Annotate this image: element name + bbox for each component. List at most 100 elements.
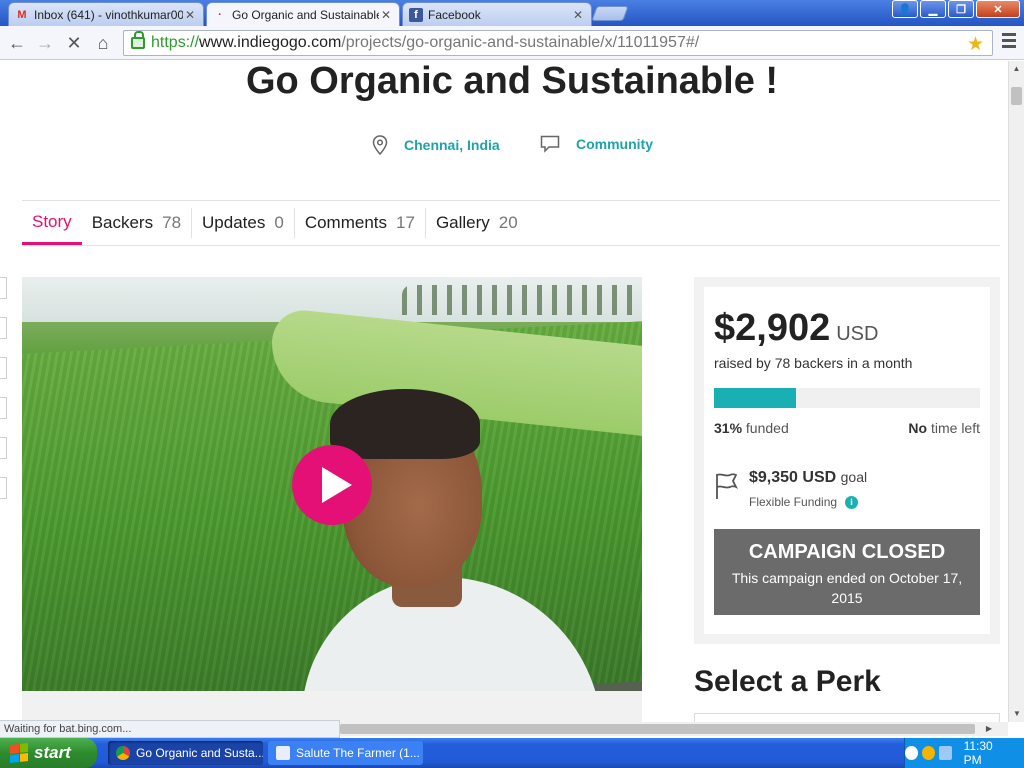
- back-arrow-icon[interactable]: ←: [6, 32, 28, 54]
- play-button[interactable]: [292, 445, 372, 525]
- minimize-button[interactable]: ▁: [920, 0, 946, 18]
- forward-arrow-icon[interactable]: →: [34, 32, 56, 54]
- horizontal-scrollbar[interactable]: ▶: [340, 722, 1008, 736]
- close-icon[interactable]: ✕: [183, 8, 197, 22]
- new-tab-button[interactable]: [591, 6, 629, 21]
- taskbar-item-document[interactable]: Salute The Farmer (1...: [268, 741, 423, 765]
- close-icon[interactable]: ✕: [379, 8, 393, 22]
- amount-value: $2,902: [714, 307, 831, 349]
- tab-label: Story: [32, 211, 72, 231]
- project-location[interactable]: Chennai, India: [372, 135, 500, 155]
- scroll-thumb[interactable]: [1011, 87, 1022, 105]
- tray-expand-icon[interactable]: [905, 746, 918, 760]
- close-icon[interactable]: ✕: [571, 8, 585, 22]
- bookmark-star-icon[interactable]: ★: [967, 33, 984, 56]
- tab-backers[interactable]: Backers 78: [82, 208, 193, 238]
- tab-indiegogo[interactable]: · Go Organic and Sustainable ! ✕: [206, 2, 400, 26]
- perk-heading: Select a Perk: [694, 665, 881, 698]
- url-scheme: https://: [151, 34, 200, 51]
- funding-type: Flexible Funding i: [749, 495, 859, 509]
- project-category[interactable]: Community: [540, 135, 653, 153]
- tab-count: 20: [498, 213, 518, 232]
- pitch-video[interactable]: [22, 277, 642, 691]
- share-button[interactable]: [0, 317, 7, 339]
- campaign-closed-banner: CAMPAIGN CLOSED This campaign ended on O…: [714, 529, 980, 615]
- time-left-value: No: [908, 420, 928, 436]
- task-label: Salute The Farmer (1...: [296, 746, 420, 760]
- tab-label: Backers: [91, 213, 154, 232]
- video-trees: [402, 285, 642, 315]
- project-tabs: Story Backers 78 Updates 0 Comments 17 G…: [22, 201, 528, 245]
- vertical-scrollbar[interactable]: ▲ ▼: [1008, 61, 1024, 722]
- campaign-closed-title: CAMPAIGN CLOSED: [748, 541, 946, 563]
- perk-card[interactable]: [694, 713, 1000, 722]
- video-caption-area: [22, 691, 642, 722]
- browser-toolbar: ← → ✕ ⌂ https://www.indiegogo.com/projec…: [0, 26, 1024, 60]
- home-icon[interactable]: ⌂: [92, 32, 114, 54]
- user-icon[interactable]: 👤: [892, 0, 918, 18]
- time-left: No time left: [908, 420, 980, 436]
- menu-icon[interactable]: [1002, 33, 1016, 51]
- close-window-button[interactable]: ✕: [976, 0, 1020, 18]
- info-icon[interactable]: i: [845, 495, 859, 509]
- clock: 11:30 PM: [963, 739, 993, 767]
- restore-button[interactable]: ❐: [948, 0, 974, 18]
- funds-raised: $2,902 USD: [714, 307, 878, 350]
- tab-label: Updates: [202, 213, 266, 232]
- stop-loading-icon[interactable]: ✕: [63, 32, 85, 54]
- windows-logo-icon: [10, 743, 28, 763]
- tab-updates[interactable]: Updates 0: [192, 208, 295, 238]
- share-button[interactable]: [0, 357, 7, 379]
- share-button[interactable]: [0, 397, 7, 419]
- start-label: start: [34, 743, 71, 762]
- video-person: [302, 387, 602, 691]
- amount-currency: USD: [836, 323, 879, 345]
- lock-icon: [131, 31, 145, 49]
- task-label: Go Organic and Susta...: [136, 746, 263, 760]
- funding-panel: $2,902 USD raised by 78 backers in a mont…: [694, 277, 1000, 644]
- start-button[interactable]: start: [0, 738, 97, 768]
- divider: [22, 245, 1000, 246]
- tray-app-icon[interactable]: [921, 746, 935, 760]
- funded-label: funded: [745, 420, 789, 436]
- system-tray: 11:30 PM: [904, 738, 1024, 768]
- progress-fill: [714, 388, 797, 408]
- tab-facebook[interactable]: f Facebook ✕: [402, 2, 592, 26]
- tab-label: Gallery: [435, 213, 490, 232]
- speech-bubble-icon: [540, 135, 560, 153]
- share-button[interactable]: [0, 477, 7, 499]
- status-bar: Waiting for bat.bing.com...: [0, 720, 340, 738]
- address-bar[interactable]: https://www.indiegogo.com/projects/go-or…: [123, 30, 993, 56]
- scroll-up-icon[interactable]: ▲: [1009, 61, 1024, 77]
- location-pin-icon: [372, 135, 388, 155]
- tab-comments[interactable]: Comments 17: [295, 208, 426, 238]
- network-icon[interactable]: [938, 746, 952, 760]
- page-viewport: Go Organic and Sustainable ! Chennai, In…: [0, 61, 1008, 722]
- scroll-thumb[interactable]: [340, 724, 975, 734]
- share-button[interactable]: [0, 437, 7, 459]
- tab-gmail[interactable]: M Inbox (641) - vinothkumar00 ✕: [8, 2, 204, 26]
- chrome-icon: [116, 746, 130, 760]
- document-icon: [276, 746, 290, 760]
- tab-story[interactable]: Story: [22, 201, 82, 245]
- progress-bar: [714, 388, 980, 408]
- tab-gallery[interactable]: Gallery 20: [426, 208, 528, 238]
- campaign-closed-text: This campaign ended on October 17, 2015: [731, 570, 963, 606]
- category-link[interactable]: Community: [576, 136, 653, 152]
- raised-text: raised by 78 backers in a month: [714, 355, 913, 371]
- funding-type-label: Flexible Funding: [749, 495, 838, 509]
- taskbar-item-chrome[interactable]: Go Organic and Susta...: [108, 741, 263, 765]
- tab-title: Facebook: [428, 7, 481, 22]
- url-path: /projects/go-organic-and-sustainable/x/1…: [341, 34, 700, 51]
- page-title: Go Organic and Sustainable !: [245, 61, 779, 102]
- location-link[interactable]: Chennai, India: [404, 137, 500, 153]
- goal: $9,350 USD goal: [749, 469, 867, 487]
- window-controls: 👤 ▁ ❐ ✕: [892, 0, 1020, 18]
- taskbar: start Go Organic and Susta... Salute The…: [0, 738, 1024, 768]
- scroll-down-icon[interactable]: ▼: [1009, 706, 1024, 722]
- funding-card: $2,902 USD raised by 78 backers in a mont…: [704, 287, 990, 634]
- goal-label: goal: [840, 469, 868, 485]
- share-button[interactable]: [0, 277, 7, 299]
- time-left-label: time left: [930, 420, 980, 436]
- scroll-right-icon[interactable]: ▶: [986, 722, 992, 736]
